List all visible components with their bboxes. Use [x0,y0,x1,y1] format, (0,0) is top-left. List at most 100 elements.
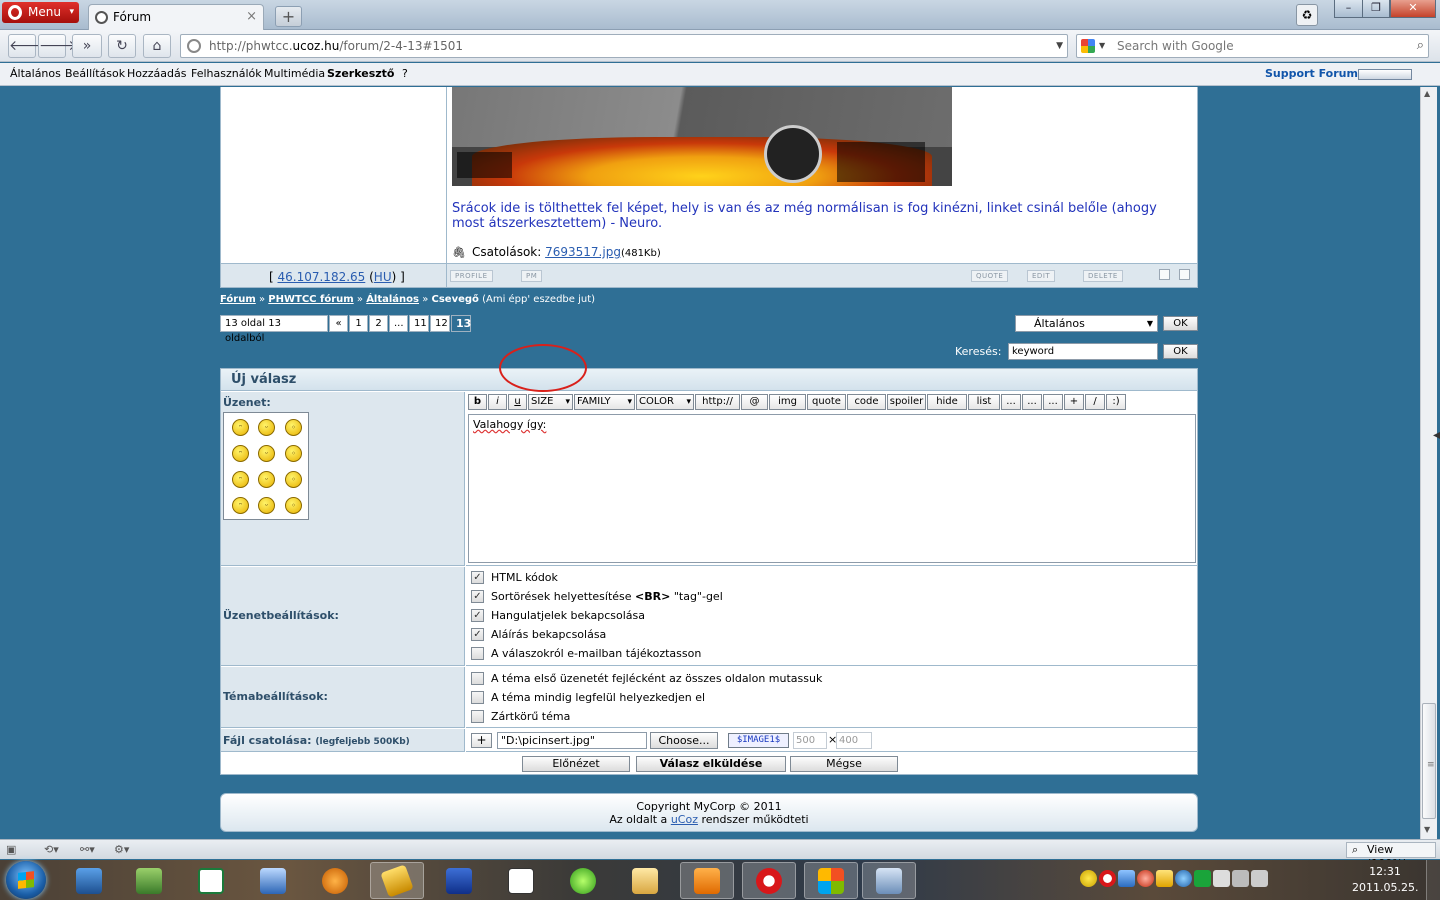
ip-country-link[interactable]: HU [374,270,392,284]
show-desktop-button[interactable] [1426,860,1440,900]
search-ok-button[interactable]: OK [1163,344,1198,359]
taskbar-app[interactable] [804,862,858,899]
choose-file-button[interactable]: Choose... [650,732,718,749]
smiley-tongue-icon[interactable]: ᵔ [232,497,249,514]
html-codes-checkbox[interactable]: ✓ [471,571,484,584]
taskbar-app[interactable] [556,862,610,899]
tray-user-icon[interactable] [1118,870,1135,887]
opera-menu-button[interactable]: Menu ▾ [2,2,79,23]
post-image-screenshot[interactable] [452,87,952,186]
smiley-surprise-icon[interactable]: ◦ [285,471,302,488]
add-file-button[interactable]: + [471,733,492,748]
tray-bluetooth-icon[interactable] [1175,870,1192,887]
forward-button[interactable]: 🡒 [38,34,77,58]
quote-bbcode-button[interactable]: quote [807,394,846,410]
taskbar-computer-app[interactable] [246,862,300,899]
bookmark-item[interactable]: Hozzáadás [127,67,187,80]
smiley-wink-icon[interactable]: ◦ [285,497,302,514]
sticky-checkbox[interactable] [471,691,484,704]
sync-icon[interactable]: ⟲▾ [44,843,59,857]
linebreak-checkbox[interactable]: ✓ [471,590,484,603]
ucoz-link[interactable]: uCoz [671,813,698,826]
bold-button[interactable]: b [468,394,487,410]
header-post-checkbox[interactable] [471,672,484,685]
quote-button[interactable]: QUOTE [971,270,1009,282]
tray-icon[interactable] [1080,870,1097,887]
top-icon[interactable] [1159,269,1170,280]
tray-volume-icon[interactable] [1251,870,1268,887]
list-button[interactable]: list [968,394,1000,410]
page-scrollbar[interactable]: ▲ ≡ ▼ [1420,87,1437,839]
extra-button[interactable]: ... [1043,394,1063,410]
chevron-down-icon[interactable]: ▼ [1099,35,1105,57]
smiley-cool-icon[interactable]: ◦ [285,419,302,436]
bookmark-item[interactable]: Szerkesztő [327,67,394,80]
window-minimize-button[interactable]: – [1334,0,1363,18]
image-height-input[interactable]: 400 [836,732,872,749]
taskbar-explorer-app[interactable] [618,862,672,899]
code-button[interactable]: code [847,394,886,410]
page-link[interactable]: 11 [409,315,429,332]
bookmark-item[interactable]: Általános [10,67,61,80]
taskbar-htmlkit-app[interactable] [494,862,548,899]
taskbar-outlook-app[interactable] [680,862,734,899]
bookmark-item[interactable]: Beállítások [65,67,125,80]
panel-toggle-icon[interactable]: ▣ [6,843,16,857]
fast-forward-button[interactable]: » [72,34,102,58]
breadcrumb-forum[interactable]: Fórum [220,294,256,305]
trash-icon[interactable]: ♻ [1296,4,1318,26]
settings-icon[interactable]: ⚙▾ [114,843,129,857]
preview-button[interactable]: Előnézet [522,756,630,772]
zoom-control[interactable]: ⌕ View (100%) [1346,842,1436,870]
color-select[interactable]: COLOR [636,394,694,410]
scroll-up-icon[interactable]: ▲ [1424,89,1430,98]
image-width-input[interactable]: 500 [793,732,827,749]
chevron-down-icon[interactable]: ▼ [1056,35,1063,57]
cancel-button[interactable]: Mégse [790,756,898,772]
breadcrumb-section[interactable]: PHWTCC fórum [268,294,353,305]
window-maximize-button[interactable]: ❐ [1362,0,1390,18]
smiley-blush-icon[interactable]: ᵕ [258,445,275,462]
address-bar[interactable]: http://phwtcc.ucoz.hu/forum/2-4-13#1501 … [180,34,1068,58]
page-link[interactable]: 2 [369,315,388,332]
back-button[interactable]: 🡐 [8,34,47,58]
tray-network-icon[interactable] [1232,870,1249,887]
tray-icon[interactable] [1137,870,1154,887]
taskbar-virtualbox-app[interactable] [862,862,916,899]
page-link[interactable]: 1 [349,315,368,332]
delete-button[interactable]: DELETE [1083,270,1123,282]
plus-button[interactable]: + [1064,394,1084,410]
file-path-input[interactable]: "D:\picinsert.jpg" [497,732,647,749]
pm-button[interactable]: PM [521,270,543,282]
smileys-checkbox[interactable]: ✓ [471,609,484,622]
select-post-checkbox[interactable] [1179,269,1190,280]
link-button[interactable]: http:// [695,394,740,410]
taskbar-network-app[interactable] [62,862,116,899]
page-link[interactable]: ... [389,315,408,332]
close-tag-button[interactable]: / [1085,394,1105,410]
taskbar-gimp-app[interactable] [308,862,362,899]
page-prev-link[interactable]: « [329,315,348,332]
search-input[interactable]: ▼ Search with Google ⌕ [1076,34,1429,58]
attachment-link[interactable]: 7693517.jpg [545,245,621,259]
smiley-button[interactable]: :) [1106,394,1126,410]
email-notify-checkbox[interactable] [471,647,484,660]
tab-close-icon[interactable]: × [246,5,257,29]
bookmark-item[interactable]: Felhasználók [191,67,262,80]
spoiler-button[interactable]: spoiler [887,394,926,410]
image-code-button[interactable]: $IMAGE1$ [728,733,789,748]
size-select[interactable]: SIZE [528,394,573,410]
underline-button[interactable]: u [508,394,527,410]
taskbar-app[interactable] [122,862,176,899]
taskbar-save-app[interactable] [432,862,486,899]
signature-checkbox[interactable]: ✓ [471,628,484,641]
submit-reply-button[interactable]: Válasz elküldése [636,756,786,772]
support-forum-link[interactable]: Support Forum [1265,67,1358,80]
search-icon[interactable]: ⌕ [1417,35,1424,57]
edit-button[interactable]: EDIT [1027,270,1056,282]
tray-icon[interactable] [1194,870,1211,887]
scroll-down-icon[interactable]: ▼ [1424,825,1430,834]
taskbar-opera-app[interactable] [742,862,796,899]
hide-button[interactable]: hide [927,394,967,410]
smiley-shock-icon[interactable]: ᵔ [232,471,249,488]
